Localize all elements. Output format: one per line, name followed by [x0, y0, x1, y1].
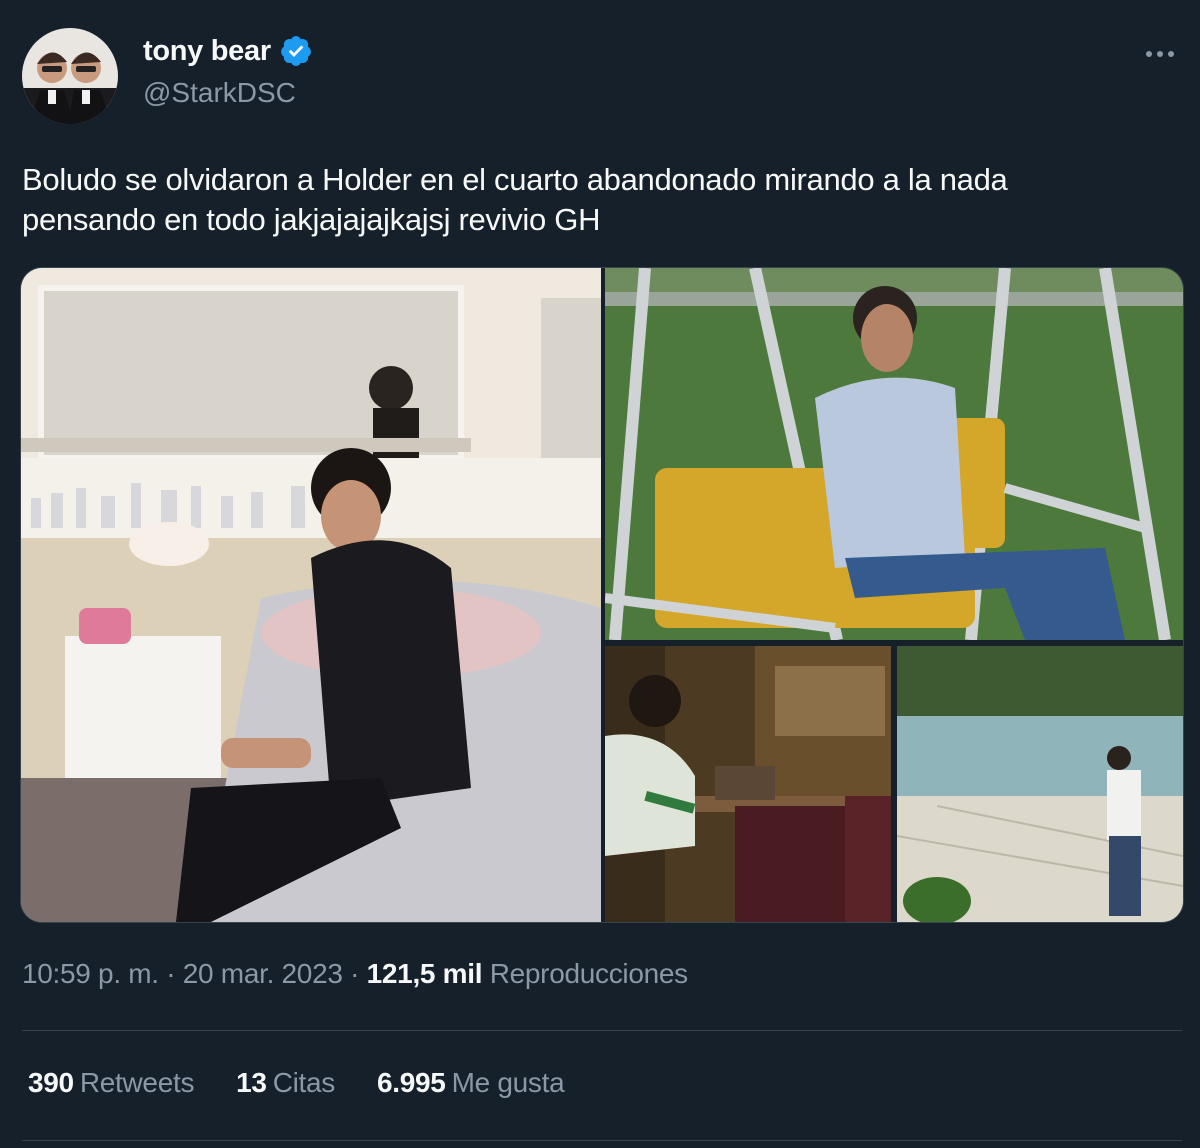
retweets-label: Retweets: [79, 1067, 195, 1098]
media-image-table[interactable]: [605, 646, 891, 922]
likes-count: 6.995: [377, 1067, 446, 1098]
media-image-pool[interactable]: [897, 646, 1183, 922]
tweet-text-line-2: pensando en todo jakjajajajkajsj revivio…: [22, 202, 601, 237]
divider: [22, 1030, 1182, 1031]
author-display-name[interactable]: tony bear: [143, 35, 271, 68]
likes-label: Me gusta: [451, 1067, 565, 1098]
more-options-icon[interactable]: [1142, 36, 1178, 72]
divider: [22, 1140, 1182, 1141]
meta-separator: ·: [342, 958, 367, 989]
quotes-count: 13: [236, 1067, 267, 1098]
media-image-bedroom[interactable]: [21, 268, 601, 922]
tweet-meta: 10:59 p. m. · 20 mar. 2023 · 121,5 mil R…: [22, 958, 688, 990]
engagement-stats: 390 Retweets 13 Citas 6.995 Me gusta: [28, 1067, 565, 1099]
retweets-count: 390: [28, 1067, 74, 1098]
tweet-time[interactable]: 10:59 p. m.: [22, 958, 159, 989]
tweet-text: Boludo se olvidaron a Holder en el cuart…: [22, 160, 1190, 240]
author-name-row[interactable]: tony bear: [143, 34, 313, 68]
retweets-stat[interactable]: 390 Retweets: [28, 1067, 194, 1099]
tweet-text-line-1: Boludo se olvidaron a Holder en el cuart…: [22, 162, 1008, 197]
quotes-label: Citas: [272, 1067, 336, 1098]
author-handle[interactable]: @StarkDSC: [143, 77, 296, 109]
meta-separator: ·: [158, 958, 183, 989]
quotes-stat[interactable]: 13 Citas: [236, 1067, 335, 1099]
avatar[interactable]: [22, 28, 118, 124]
media-image-swing[interactable]: [605, 268, 1183, 640]
views-count: 121,5 mil: [366, 958, 483, 989]
media-grid: [20, 267, 1184, 923]
tweet-date[interactable]: 20 mar. 2023: [183, 958, 343, 989]
likes-stat[interactable]: 6.995 Me gusta: [377, 1067, 565, 1099]
avatar-image: [22, 28, 118, 124]
verified-badge-icon: [280, 36, 311, 66]
views-label: Reproducciones: [489, 958, 688, 989]
